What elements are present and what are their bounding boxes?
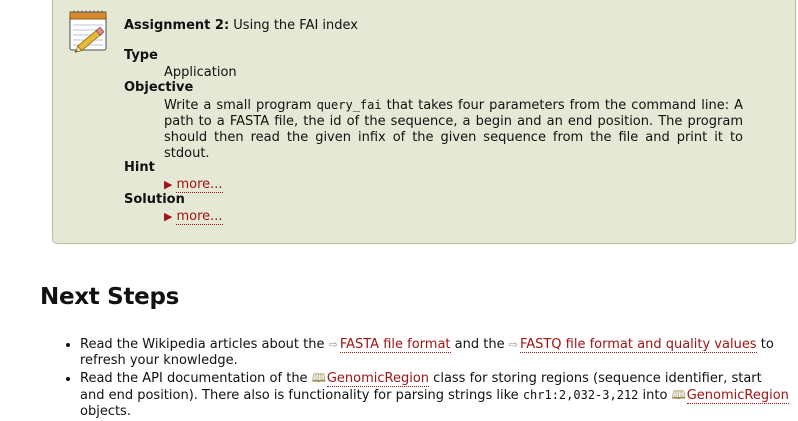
item2-post: objects.	[80, 404, 131, 419]
solution-toggle[interactable]: ▶ more...	[164, 209, 223, 225]
next-steps-heading: Next Steps	[40, 284, 179, 310]
hint-more-link[interactable]: more...	[176, 177, 223, 193]
external-link-icon: ⇨	[328, 338, 338, 351]
hint-toggle[interactable]: ▶ more...	[164, 177, 223, 193]
objective-label: Objective	[124, 80, 194, 95]
objective-pre: Write a small program	[164, 98, 317, 113]
book-icon: 🕮	[311, 371, 326, 385]
book-icon: 🕮	[671, 388, 686, 402]
assignment-number: Assignment 2:	[124, 18, 230, 33]
hint-label: Hint	[124, 160, 155, 175]
genomic-region-link-2[interactable]: GenomicRegion	[686, 388, 789, 404]
list-item: Read the API documentation of the 🕮Genom…	[80, 370, 790, 420]
fastq-format-link[interactable]: FASTQ file format and quality values	[519, 337, 757, 353]
region-string-code: chr1:2,032-3,212	[522, 388, 639, 402]
objective-text: Write a small program query_fai that tak…	[164, 97, 743, 162]
assignment-title: Assignment 2: Using the FAI index	[124, 18, 358, 33]
type-value: Application	[164, 65, 237, 80]
list-item: Read the Wikipedia articles about the ⇨F…	[80, 337, 790, 369]
fasta-format-link[interactable]: FASTA file format	[339, 337, 451, 353]
item1-pre: Read the Wikipedia articles about the	[80, 337, 329, 352]
solution-more-link[interactable]: more...	[176, 209, 223, 225]
next-steps-list: Read the Wikipedia articles about the ⇨F…	[62, 337, 790, 421]
assignment-title-text: Using the FAI index	[233, 18, 358, 33]
external-link-icon: ⇨	[508, 338, 518, 351]
type-label: Type	[124, 48, 158, 63]
objective-code: query_fai	[316, 98, 382, 112]
item2-pre: Read the API documentation of the	[80, 371, 312, 386]
notepad-pencil-icon	[69, 10, 107, 53]
expand-triangle-icon: ▶	[164, 210, 173, 223]
item2-mid2: into	[638, 388, 672, 403]
solution-label: Solution	[124, 192, 185, 207]
expand-triangle-icon: ▶	[164, 178, 173, 191]
item1-mid: and the	[450, 337, 509, 352]
genomic-region-link[interactable]: GenomicRegion	[326, 371, 430, 387]
